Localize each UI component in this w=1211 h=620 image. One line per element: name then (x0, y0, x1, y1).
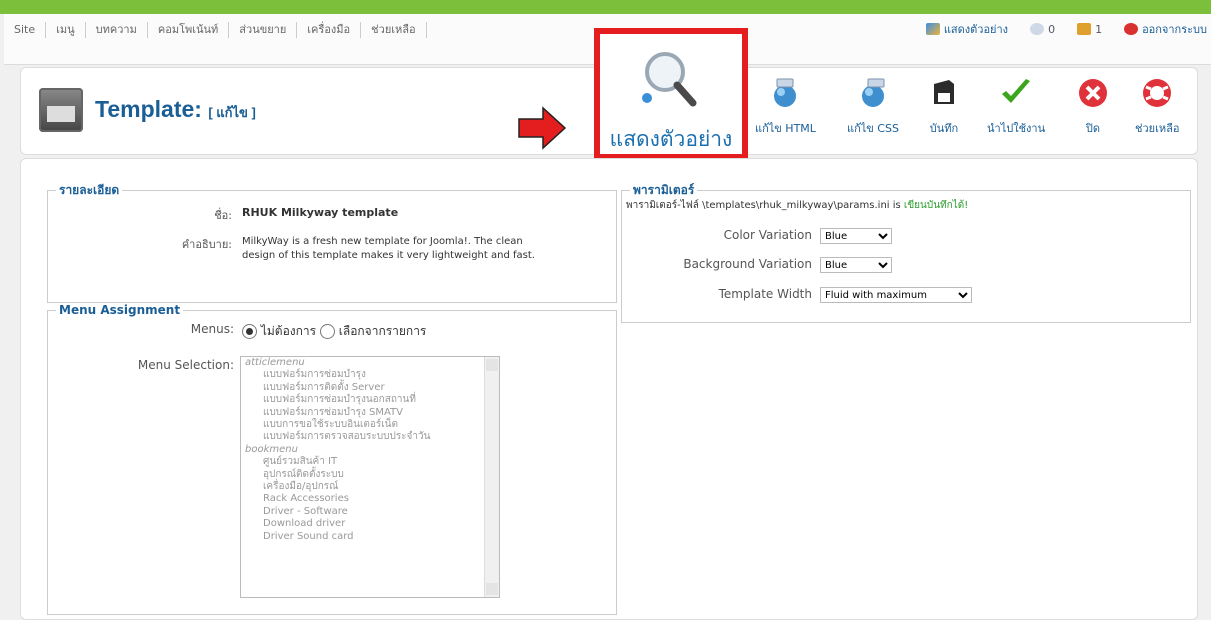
red-arrow-icon (518, 106, 567, 150)
radio-none-label: ไม่ต้องการ (260, 324, 317, 338)
color-variation-select[interactable]: Blue (820, 228, 892, 244)
users-count[interactable]: 1 (1095, 23, 1102, 36)
menu-menus[interactable]: เมนู (46, 22, 86, 38)
menu-option[interactable]: ศูนย์รวมสินค้า IT (241, 456, 499, 468)
menu-selection-list[interactable]: atticlemenu แบบฟอร์มการซ่อมบำรุง แบบฟอร์มก… (240, 356, 500, 598)
radio-select[interactable] (319, 324, 335, 339)
menu-option[interactable]: Rack Accessories (241, 493, 499, 505)
logout-link[interactable]: ออกจากระบบ (1142, 20, 1207, 38)
menu-components[interactable]: คอมโพเน้นท์ (148, 22, 230, 38)
menu-tools[interactable]: เครื่องมือ (297, 22, 362, 38)
menu-assignment-legend: Menu Assignment (59, 303, 181, 317)
background-variation-select[interactable]: Blue (820, 257, 892, 273)
users-icon (1077, 23, 1092, 35)
menu-option[interactable]: แบบฟอร์มการซ่อมบำรุงนอกสถานที่ (241, 394, 499, 406)
status-preview-link[interactable]: แสดงตัวอย่าง (944, 20, 1008, 38)
globe-html-icon (774, 78, 797, 107)
radio-select-label: เลือกจากรายการ (338, 324, 427, 338)
logout-icon (1124, 23, 1139, 35)
background-variation-label: Background Variation (683, 257, 812, 271)
preview-label: แสดงตัวอย่าง (609, 127, 733, 151)
menu-option[interactable]: Download driver (241, 518, 499, 530)
description-value: MilkyWay is a fresh new template for Joo… (242, 236, 535, 261)
radio-none[interactable] (242, 324, 257, 339)
menu-option[interactable]: Driver - Software (241, 506, 499, 518)
menu-selection-label: Menu Selection: (137, 358, 234, 372)
preview-site-icon (925, 23, 940, 35)
params-writable-status: เขียนบันทึกได้! (903, 200, 969, 211)
menu-option[interactable]: แบบการขอใช้ระบบอินเตอร์เน็ต (241, 419, 499, 431)
menu-option[interactable]: อุปกรณ์ติดตั้งระบบ (241, 469, 499, 481)
save-button[interactable]: บันทึก (927, 76, 961, 137)
page-title: Template: [ แก้ไข ] (95, 96, 256, 122)
top-accent-bar (0, 0, 1211, 14)
menu-group-label: bookmenu (245, 443, 298, 455)
page-subtitle: [ แก้ไข ] (208, 105, 256, 120)
globe-css-icon (861, 78, 885, 107)
menus-radio-group: ไม่ต้องการ เลือกจากรายการ (242, 322, 426, 341)
preview-button[interactable]: แสดงตัวอย่าง (594, 28, 748, 160)
apply-button[interactable]: นำไปใช้งาน (987, 76, 1045, 137)
message-icon (1030, 23, 1045, 35)
menu-help[interactable]: ช่วยเหลือ (361, 22, 427, 38)
menu-option[interactable]: Driver Sound card (241, 531, 499, 543)
list-scrollbar[interactable] (484, 357, 499, 597)
template-width-select[interactable]: Fluid with maximum (820, 287, 972, 303)
magnifier-icon (642, 52, 697, 107)
params-file-note: พารามิเตอร์-ไฟล์ \templates\rhuk_milkywa… (626, 200, 969, 211)
checkmark-icon (1002, 79, 1031, 103)
help-button[interactable]: ช่วยเหลือ (1135, 76, 1179, 137)
close-icon (1079, 79, 1107, 107)
scroll-up-arrow[interactable] (486, 359, 498, 371)
edit-html-button[interactable]: แก้ไข HTML (755, 76, 816, 137)
edit-css-button[interactable]: แก้ไข CSS (847, 76, 899, 137)
menu-option[interactable]: แบบฟอร์มการติดตั้ง Server (241, 382, 499, 394)
template-icon (39, 88, 83, 132)
description-label: คำอธิบาย: (181, 238, 232, 251)
save-disk-icon (934, 80, 954, 104)
menu-site[interactable]: Site (14, 22, 47, 38)
menu-option[interactable]: แบบฟอร์มการซ่อมบำรุง SMATV (241, 407, 499, 419)
messages-count[interactable]: 0 (1048, 23, 1055, 36)
main-content: รายละเอียด Menu Assignment พารามิเตอร์ (20, 158, 1198, 620)
menu-option[interactable]: แบบฟอร์มการซ่อมบำรุง (241, 369, 499, 381)
menu-articles[interactable]: บทความ (86, 22, 148, 38)
menu-group-label: atticlemenu (245, 357, 305, 368)
menus-label: Menus: (190, 322, 234, 336)
menu-option[interactable]: แบบฟอร์มการตรวจสอบระบบประจำวัน (241, 431, 499, 443)
details-legend: รายละเอียด (59, 183, 120, 197)
main-menu: Site เมนู บทความ คอมโพเน้นท์ ส่วนขยาย เค… (14, 22, 427, 38)
close-button[interactable]: ปิด (1076, 76, 1110, 137)
scroll-down-arrow[interactable] (486, 583, 498, 595)
lifebuoy-icon (1143, 79, 1172, 107)
color-variation-label: Color Variation (723, 228, 812, 242)
name-value: RHUK Milkyway template (242, 206, 399, 219)
menu-option[interactable]: เครื่องมือ/อุปกรณ์ (241, 481, 499, 493)
template-width-label: Template Width (718, 287, 812, 301)
menu-extensions[interactable]: ส่วนขยาย (229, 22, 298, 38)
status-area: แสดงตัวอย่าง 0 1 ออกจากระบบ (925, 20, 1207, 38)
name-label: ชื่อ: (214, 209, 232, 222)
